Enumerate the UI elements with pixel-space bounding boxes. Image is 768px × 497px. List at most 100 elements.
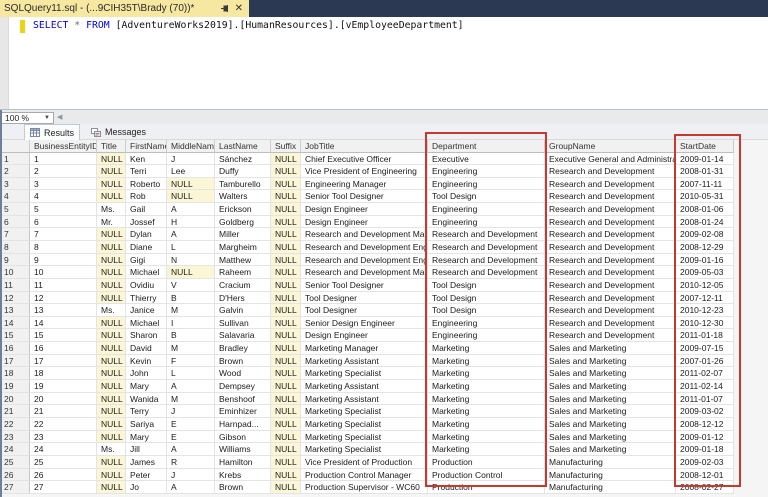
grid-cell[interactable]: 20 — [30, 392, 97, 406]
column-header-row-number[interactable] — [0, 140, 30, 153]
grid-cell[interactable]: Marketing Specialist — [301, 417, 428, 431]
grid-cell[interactable]: Production Control Manager — [301, 468, 428, 482]
grid-cell[interactable]: Gibson — [215, 430, 271, 444]
column-header-StartDate[interactable]: StartDate — [676, 140, 734, 153]
grid-cell[interactable]: Marketing Manager — [301, 342, 428, 355]
grid-cell[interactable]: NULL — [97, 329, 126, 343]
grid-cell[interactable]: NULL — [271, 380, 301, 393]
grid-cell[interactable]: 2008-12-29 — [676, 240, 734, 254]
grid-cell[interactable]: Research and Development — [545, 253, 676, 267]
grid-cell[interactable]: 18 — [30, 367, 97, 381]
grid-cell[interactable]: NULL — [271, 165, 301, 178]
grid-cell[interactable]: Matthew — [215, 253, 271, 267]
row-number[interactable]: 7 — [0, 228, 30, 241]
grid-cell[interactable]: Marketing Specialist — [301, 443, 428, 456]
grid-cell[interactable]: Senior Tool Designer — [301, 190, 428, 204]
grid-cell[interactable]: Research and Development — [545, 240, 676, 254]
grid-cell[interactable]: NULL — [271, 443, 301, 456]
row-number[interactable]: 21 — [0, 405, 30, 418]
grid-cell[interactable]: NULL — [97, 342, 126, 355]
grid-cell[interactable]: M — [167, 304, 215, 317]
grid-cell[interactable]: 25 — [30, 455, 97, 469]
grid-cell[interactable]: Mr. — [97, 215, 126, 229]
grid-cell[interactable]: Engineering — [428, 316, 545, 330]
grid-cell[interactable]: 7 — [30, 228, 97, 241]
grid-cell[interactable]: Jill — [126, 443, 167, 456]
grid-cell[interactable]: 24 — [30, 443, 97, 456]
grid-cell[interactable]: B — [167, 291, 215, 305]
column-header-Suffix[interactable]: Suffix — [271, 140, 301, 153]
grid-cell[interactable]: Sales and Marketing — [545, 430, 676, 444]
close-icon[interactable]: ✕ — [233, 3, 245, 14]
tab-messages[interactable]: Messages — [86, 124, 151, 140]
grid-cell[interactable]: Ken — [126, 152, 167, 166]
grid-cell[interactable]: 1 — [30, 152, 97, 166]
grid-cell[interactable]: Marketing — [428, 443, 545, 456]
grid-cell[interactable]: 2009-02-08 — [676, 228, 734, 241]
grid-cell[interactable]: Research and Development — [545, 190, 676, 204]
grid-cell[interactable]: Research and Development — [428, 266, 545, 279]
grid-cell[interactable]: Senior Tool Designer — [301, 278, 428, 292]
grid-cell[interactable]: H — [167, 215, 215, 229]
grid-cell[interactable]: 2009-05-03 — [676, 266, 734, 279]
row-number[interactable]: 19 — [0, 380, 30, 393]
grid-cell[interactable]: Sales and Marketing — [545, 367, 676, 381]
grid-cell[interactable]: NULL — [271, 392, 301, 406]
grid-cell[interactable]: Sullivan — [215, 316, 271, 330]
grid-cell[interactable]: NULL — [271, 329, 301, 343]
grid-cell[interactable]: NULL — [271, 291, 301, 305]
grid-cell[interactable]: Marketing — [428, 430, 545, 444]
grid-cell[interactable]: NULL — [271, 240, 301, 254]
grid-cell[interactable]: 16 — [30, 342, 97, 355]
grid-cell[interactable]: Sariya — [126, 417, 167, 431]
grid-cell[interactable]: Executive — [428, 152, 545, 166]
grid-cell[interactable]: Eminhizer — [215, 405, 271, 418]
grid-cell[interactable]: NULL — [97, 190, 126, 204]
grid-cell[interactable]: Research and Development — [545, 266, 676, 279]
row-number[interactable]: 8 — [0, 240, 30, 254]
grid-cell[interactable]: NULL — [97, 455, 126, 469]
row-number[interactable]: 17 — [0, 354, 30, 368]
grid-cell[interactable]: Sales and Marketing — [545, 380, 676, 393]
row-number[interactable]: 10 — [0, 266, 30, 279]
grid-cell[interactable]: Production Control — [428, 468, 545, 482]
grid-cell[interactable]: Sales and Marketing — [545, 392, 676, 406]
grid-cell[interactable]: NULL — [97, 278, 126, 292]
grid-cell[interactable]: Mary — [126, 430, 167, 444]
grid-cell[interactable]: 2011-02-14 — [676, 380, 734, 393]
grid-cell[interactable]: Sales and Marketing — [545, 354, 676, 368]
grid-cell[interactable]: 2009-02-03 — [676, 455, 734, 469]
grid-cell[interactable]: NULL — [271, 253, 301, 267]
grid-cell[interactable]: 12 — [30, 291, 97, 305]
grid-cell[interactable]: NULL — [97, 430, 126, 444]
grid-cell[interactable]: 2007-01-26 — [676, 354, 734, 368]
row-number[interactable]: 26 — [0, 468, 30, 482]
grid-cell[interactable]: NULL — [97, 367, 126, 381]
column-header-Department[interactable]: Department — [428, 140, 545, 153]
grid-cell[interactable]: NULL — [271, 152, 301, 166]
grid-cell[interactable]: Tool Design — [428, 278, 545, 292]
grid-cell[interactable]: NULL — [97, 266, 126, 279]
grid-cell[interactable]: 6 — [30, 215, 97, 229]
column-header-JobTitle[interactable]: JobTitle — [301, 140, 428, 153]
grid-cell[interactable]: 21 — [30, 405, 97, 418]
grid-cell[interactable]: Vice President of Production — [301, 455, 428, 469]
grid-cell[interactable]: 13 — [30, 304, 97, 317]
grid-cell[interactable]: 2009-07-15 — [676, 342, 734, 355]
grid-cell[interactable]: A — [167, 481, 215, 494]
grid-cell[interactable]: Marketing Specialist — [301, 405, 428, 418]
grid-cell[interactable]: Tool Designer — [301, 304, 428, 317]
grid-cell[interactable]: 5 — [30, 203, 97, 216]
grid-cell[interactable]: NULL — [97, 468, 126, 482]
grid-cell[interactable]: Manufacturing — [545, 481, 676, 494]
grid-cell[interactable]: Engineering — [428, 177, 545, 191]
grid-cell[interactable]: Marketing — [428, 354, 545, 368]
grid-cell[interactable]: NULL — [271, 430, 301, 444]
row-number[interactable]: 6 — [0, 215, 30, 229]
grid-cell[interactable]: 26 — [30, 468, 97, 482]
grid-cell[interactable]: NULL — [271, 228, 301, 241]
grid-cell[interactable]: NULL — [271, 316, 301, 330]
grid-cell[interactable]: J — [167, 152, 215, 166]
grid-cell[interactable]: Sales and Marketing — [545, 417, 676, 431]
grid-cell[interactable]: 2010-12-05 — [676, 278, 734, 292]
